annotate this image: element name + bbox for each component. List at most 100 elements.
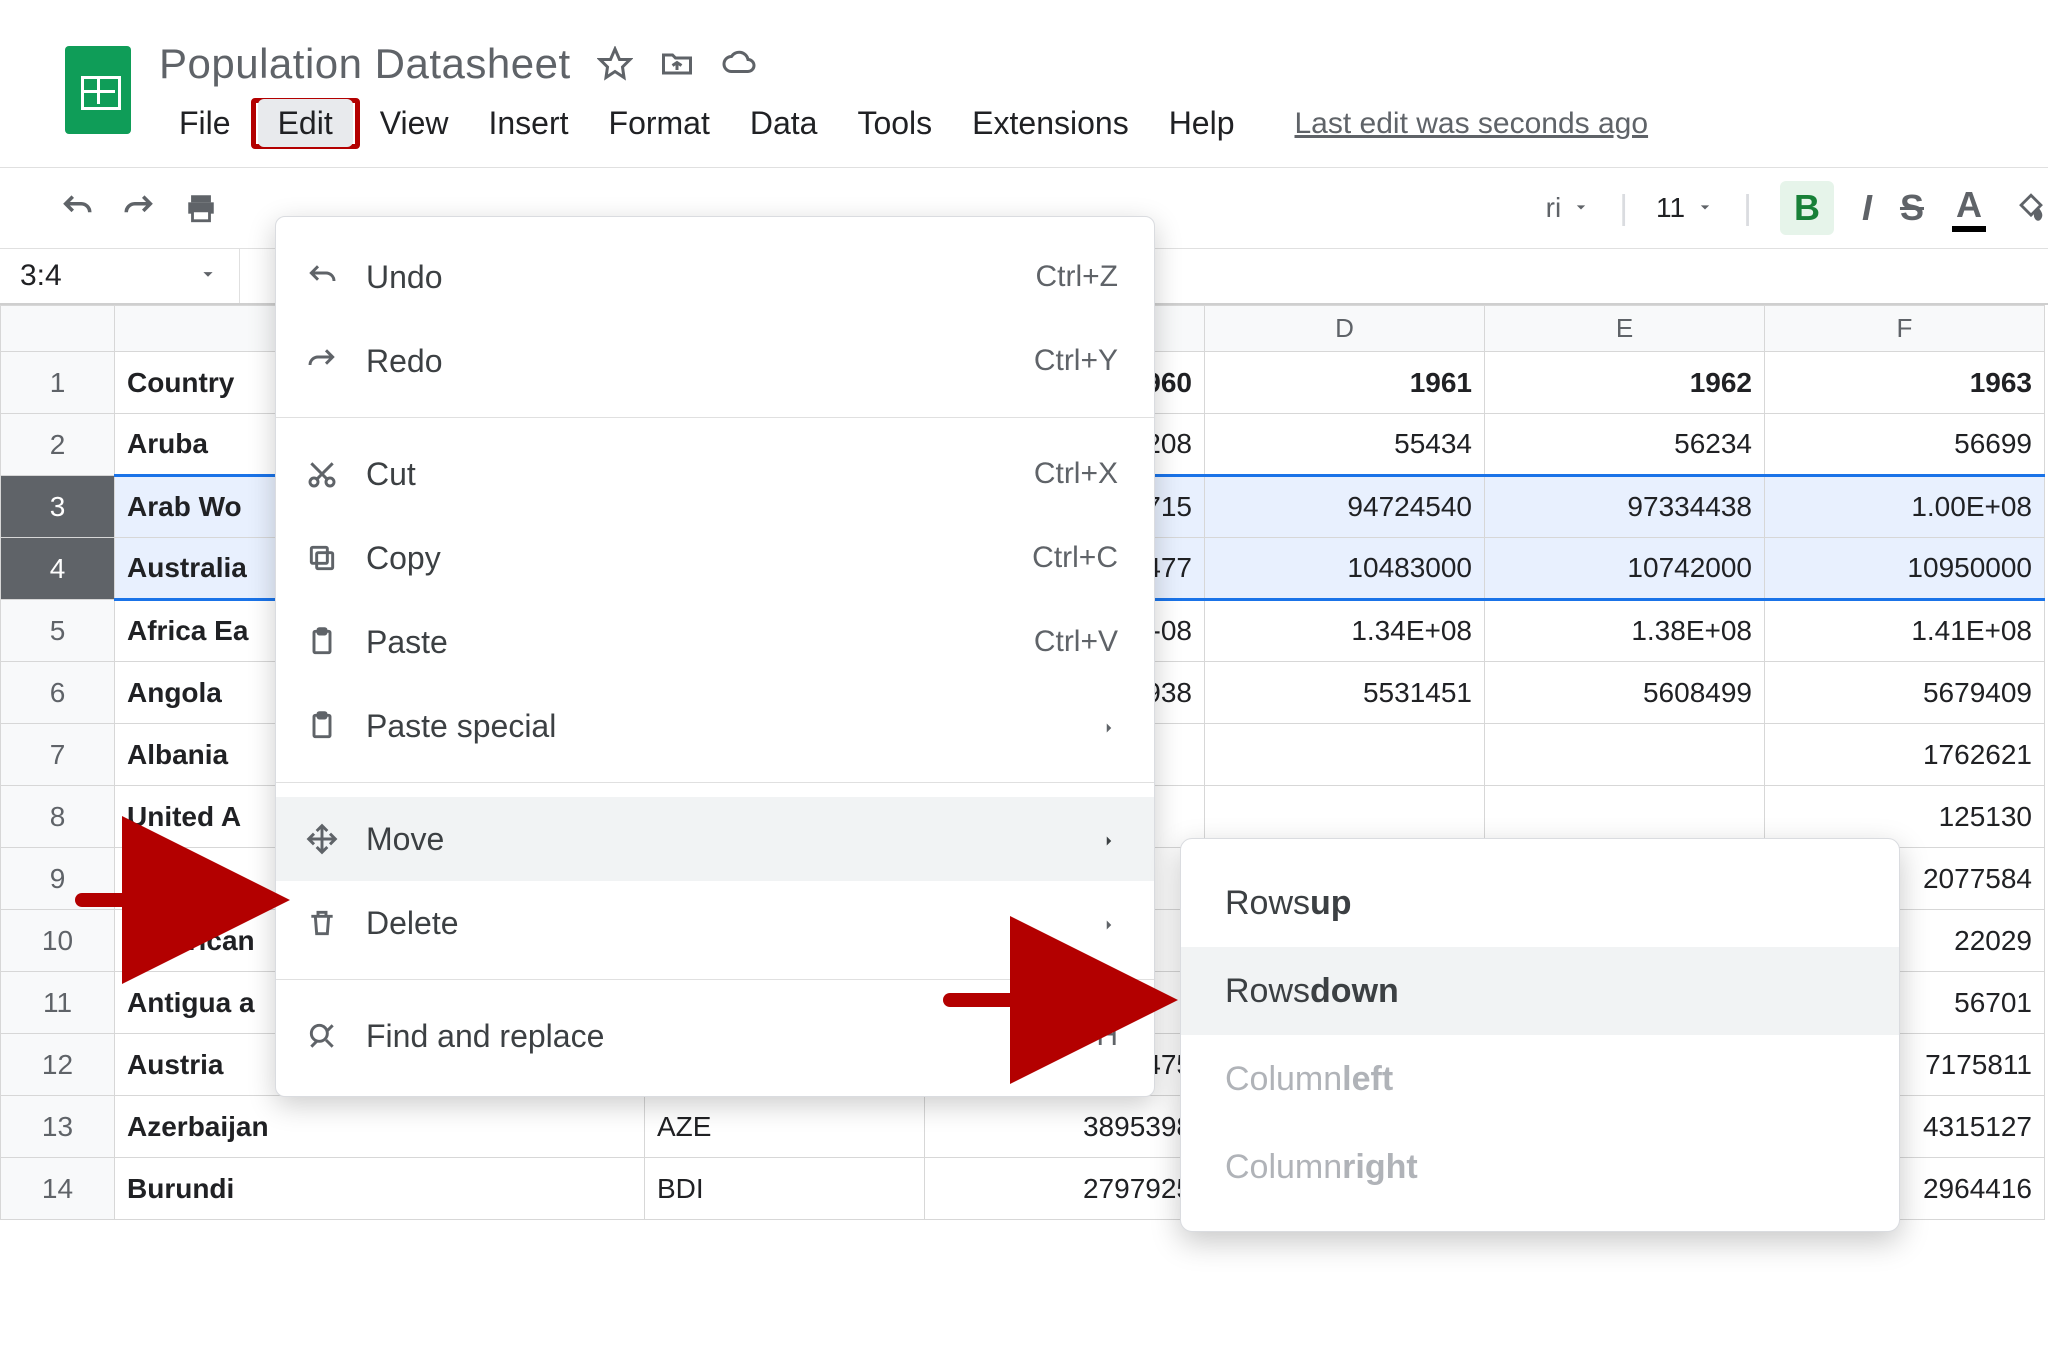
row-header[interactable]: 13 xyxy=(1,1096,115,1158)
row-header[interactable]: 2 xyxy=(1,414,115,476)
menu-shortcut: Ctrl+Y xyxy=(1034,344,1118,378)
annotation-arrow-move xyxy=(72,860,292,945)
last-edit-link[interactable]: Last edit was seconds ago xyxy=(1295,107,1649,141)
move-submenu: Rows up Rows down Column left Column rig… xyxy=(1180,838,1900,1232)
cell[interactable]: Azerbaijan xyxy=(115,1096,645,1158)
select-all-corner[interactable] xyxy=(1,306,115,352)
cell[interactable]: BDI xyxy=(645,1158,925,1220)
bold-button[interactable]: B xyxy=(1780,181,1834,235)
move-to-folder-icon[interactable] xyxy=(659,46,695,82)
cell[interactable] xyxy=(1485,724,1765,786)
cell[interactable]: 2797925 xyxy=(925,1158,1205,1220)
submenu-rows-up[interactable]: Rows up xyxy=(1181,859,1899,947)
cell[interactable]: 10950000 xyxy=(1765,538,2045,600)
menu-paste[interactable]: Paste Ctrl+V xyxy=(276,600,1154,684)
menu-insert[interactable]: Insert xyxy=(468,99,588,148)
row-header[interactable]: 3 xyxy=(1,476,115,538)
row-header[interactable]: 6 xyxy=(1,662,115,724)
annotation-edit-highlight: Edit xyxy=(251,98,360,149)
cell[interactable]: 3895398 xyxy=(925,1096,1205,1158)
strikethrough-button[interactable]: S xyxy=(1900,187,1924,229)
font-name-partial: ri xyxy=(1546,192,1562,224)
doc-title[interactable]: Population Datasheet xyxy=(159,40,571,88)
cell[interactable]: 56699 xyxy=(1765,414,2045,476)
italic-button[interactable]: I xyxy=(1862,187,1872,229)
menu-label: Undo xyxy=(366,259,1010,296)
menu-label: Cut xyxy=(366,456,1008,493)
menu-label: Delete xyxy=(366,905,1074,942)
menu-undo[interactable]: Undo Ctrl+Z xyxy=(276,235,1154,319)
col-header[interactable]: F xyxy=(1765,306,2045,352)
menu-copy[interactable]: Copy Ctrl+C xyxy=(276,516,1154,600)
col-header[interactable]: E xyxy=(1485,306,1765,352)
cell[interactable]: 97334438 xyxy=(1485,476,1765,538)
cloud-status-icon[interactable] xyxy=(721,46,757,82)
font-size-select[interactable]: 11 xyxy=(1656,192,1715,224)
cell[interactable]: 10742000 xyxy=(1485,538,1765,600)
font-family-select[interactable]: ri xyxy=(1546,192,1592,224)
fill-color-button[interactable] xyxy=(2014,191,2048,225)
menu-help[interactable]: Help xyxy=(1149,99,1255,148)
cell[interactable]: 1.41E+08 xyxy=(1765,600,2045,662)
row-header[interactable]: 5 xyxy=(1,600,115,662)
cell[interactable]: 1962 xyxy=(1485,352,1765,414)
submenu-rows-down[interactable]: Rows down xyxy=(1181,947,1899,1035)
menu-label: Move xyxy=(366,821,1074,858)
redo-icon xyxy=(304,345,340,377)
cell[interactable]: 1963 xyxy=(1765,352,2045,414)
submenu-label-bold: up xyxy=(1310,884,1352,923)
menu-redo[interactable]: Redo Ctrl+Y xyxy=(276,319,1154,403)
cell[interactable]: 1961 xyxy=(1205,352,1485,414)
submenu-label-bold: right xyxy=(1342,1148,1418,1187)
cell[interactable] xyxy=(1205,724,1485,786)
menu-cut[interactable]: Cut Ctrl+X xyxy=(276,432,1154,516)
cell[interactable]: 56234 xyxy=(1485,414,1765,476)
chevron-down-icon xyxy=(1571,192,1591,224)
menu-extensions[interactable]: Extensions xyxy=(952,99,1149,148)
row-header[interactable]: 7 xyxy=(1,724,115,786)
separator: | xyxy=(1619,189,1628,228)
print-button[interactable] xyxy=(184,191,218,225)
row-header[interactable]: 1 xyxy=(1,352,115,414)
cell[interactable]: 5608499 xyxy=(1485,662,1765,724)
menu-tools[interactable]: Tools xyxy=(837,99,952,148)
cell[interactable]: 5531451 xyxy=(1205,662,1485,724)
row-header[interactable]: 8 xyxy=(1,786,115,848)
submenu-column-left: Column left xyxy=(1181,1035,1899,1123)
cell[interactable]: 5679409 xyxy=(1765,662,2045,724)
menu-delete[interactable]: Delete xyxy=(276,881,1154,965)
cell[interactable]: 1.00E+08 xyxy=(1765,476,2045,538)
star-icon[interactable] xyxy=(597,46,633,82)
submenu-caret-icon xyxy=(1100,821,1118,858)
cell[interactable]: Burundi xyxy=(115,1158,645,1220)
cell[interactable]: 1.34E+08 xyxy=(1205,600,1485,662)
cell[interactable]: AZE xyxy=(645,1096,925,1158)
cell[interactable]: 10483000 xyxy=(1205,538,1485,600)
menu-format[interactable]: Format xyxy=(589,99,730,148)
menu-file[interactable]: File xyxy=(159,99,251,148)
menu-shortcut: Ctrl+Z xyxy=(1036,260,1119,294)
menu-label: Copy xyxy=(366,540,1006,577)
cell[interactable]: 94724540 xyxy=(1205,476,1485,538)
redo-button[interactable] xyxy=(122,191,156,225)
menu-data[interactable]: Data xyxy=(730,99,838,148)
row-header[interactable]: 11 xyxy=(1,972,115,1034)
row-header[interactable]: 4 xyxy=(1,538,115,600)
menu-move[interactable]: Move xyxy=(276,797,1154,881)
menu-edit[interactable]: Edit xyxy=(258,99,353,147)
sheets-logo-icon xyxy=(65,46,131,134)
cell[interactable]: 1762621 xyxy=(1765,724,2045,786)
menu-paste-special[interactable]: Paste special xyxy=(276,684,1154,768)
cell[interactable]: 55434 xyxy=(1205,414,1485,476)
text-color-button[interactable]: A xyxy=(1952,184,1986,232)
row-header[interactable]: 12 xyxy=(1,1034,115,1096)
find-replace-icon xyxy=(304,1020,340,1052)
name-box[interactable]: 3:4 xyxy=(0,249,240,303)
submenu-caret-icon xyxy=(1100,905,1118,942)
row-header[interactable]: 14 xyxy=(1,1158,115,1220)
copy-icon xyxy=(304,542,340,574)
col-header[interactable]: D xyxy=(1205,306,1485,352)
undo-button[interactable] xyxy=(60,191,94,225)
menu-view[interactable]: View xyxy=(360,99,469,148)
cell[interactable]: 1.38E+08 xyxy=(1485,600,1765,662)
